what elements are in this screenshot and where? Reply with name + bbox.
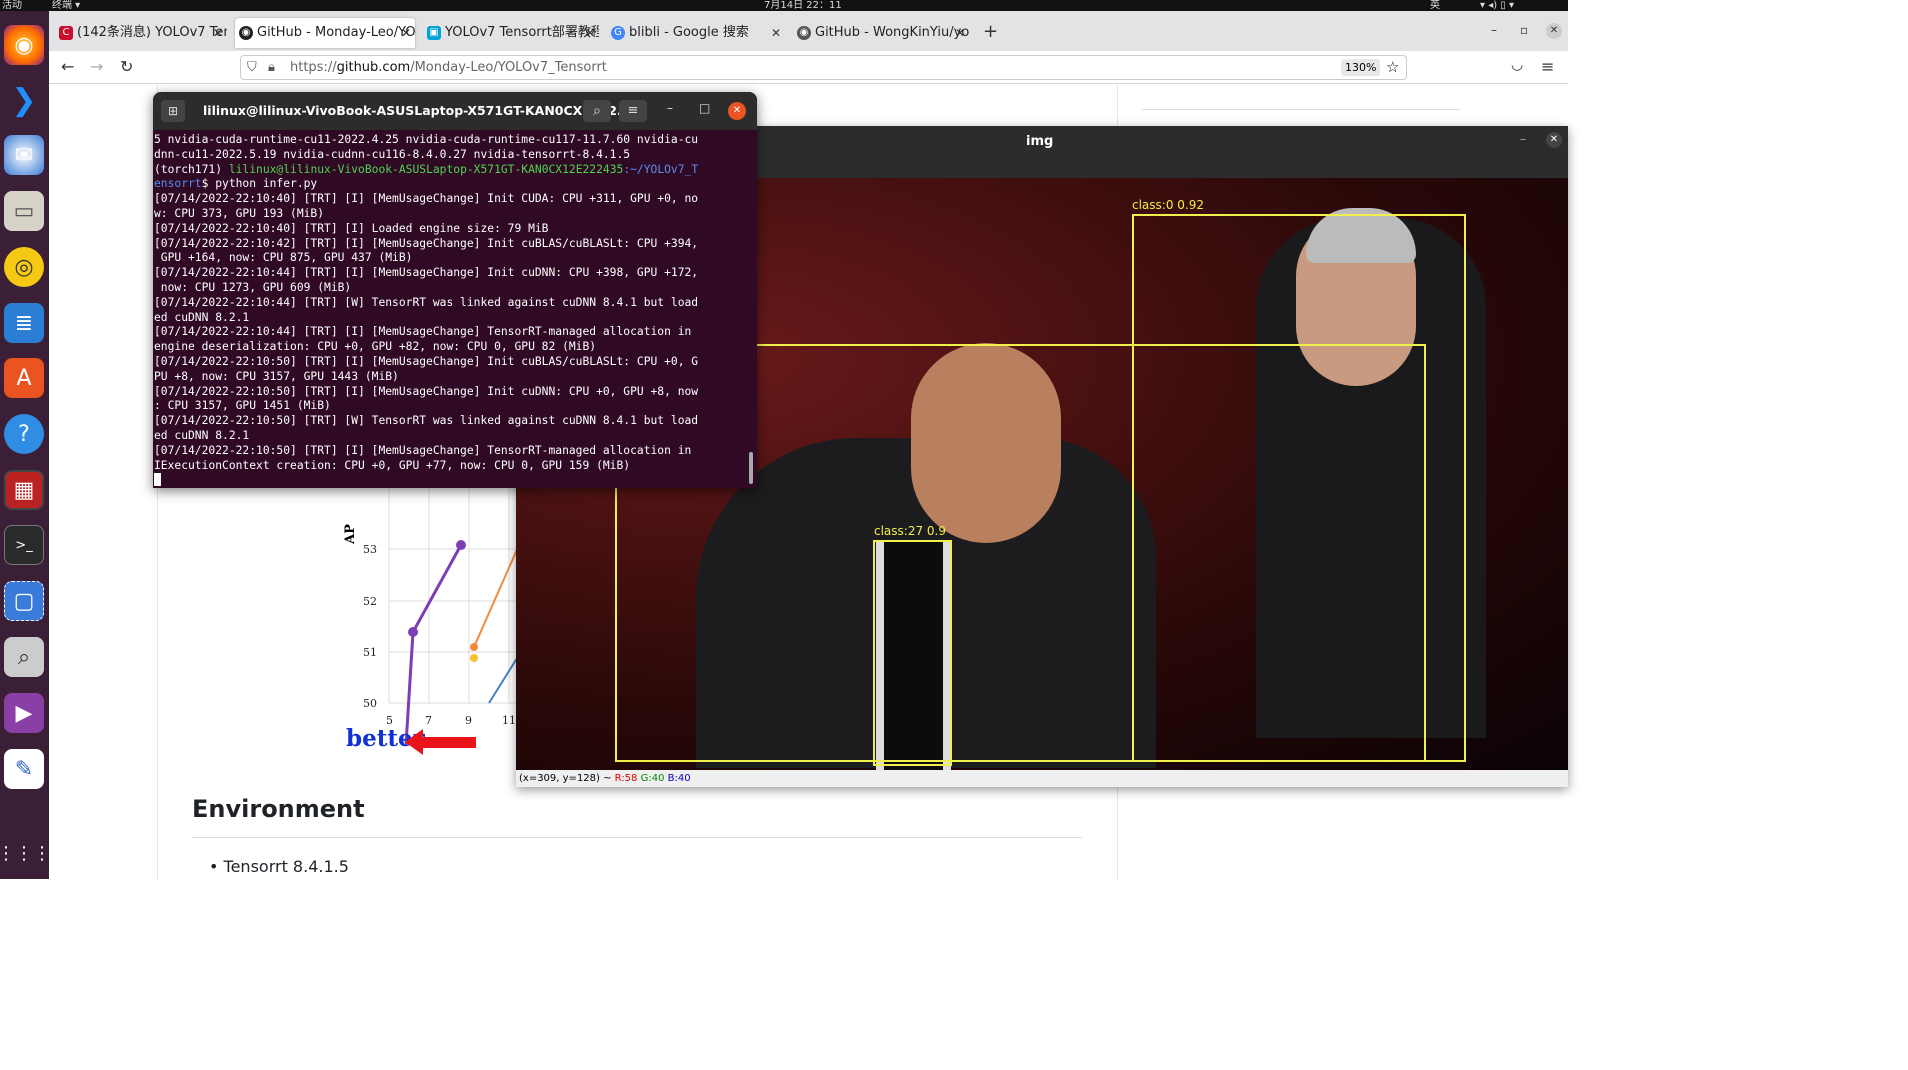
y-tick: 50 <box>363 697 377 710</box>
list-item: • Tensorrt 8.4.1.5 <box>209 857 349 876</box>
menu-icon[interactable]: ≡ <box>1541 57 1554 76</box>
github-icon: ◉ <box>239 26 253 40</box>
system-status-icons[interactable]: ▾ ◂) ▯ ▾ <box>1480 0 1514 11</box>
close-icon[interactable]: ✕ <box>771 18 781 48</box>
terminal-title: lilinux@lilinux-VivoBook-ASUSLaptop-X571… <box>203 103 632 118</box>
arrow-head <box>405 729 423 755</box>
heading-rule <box>192 837 1082 838</box>
restore-button[interactable]: ▫ <box>1520 23 1528 37</box>
series-point <box>408 627 418 637</box>
series-point <box>470 643 478 651</box>
forward-button[interactable]: → <box>90 57 103 76</box>
image-status-bar: (x=309, y=128) ~ R:58 G:40 B:40 <box>516 770 1568 787</box>
minimize-button[interactable]: – <box>1491 23 1497 37</box>
x-tick: 7 <box>425 714 432 727</box>
close-window-button[interactable]: ✕ <box>1546 132 1562 148</box>
activities-button[interactable]: 活动 <box>2 0 22 11</box>
detection-label: class:0 0.92 <box>1132 198 1204 212</box>
address-bar[interactable]: ⛉ 🔒︎ https://github.com/Monday-Leo/YOLOv… <box>240 55 1407 80</box>
hamburger-menu-icon[interactable]: ≡ <box>619 100 647 122</box>
pocket-icon[interactable]: ◡ <box>1511 57 1523 73</box>
x-tick: 9 <box>465 714 472 727</box>
series-point <box>470 654 478 662</box>
chart-ylabel: AP <box>343 524 358 545</box>
image-window-title: img <box>1026 134 1054 149</box>
tab-google[interactable]: Gblibli - Google 搜索 ✕ <box>607 18 785 48</box>
series-line-orange <box>473 544 519 648</box>
bilibili-icon: ▣ <box>427 26 441 40</box>
terminal-output[interactable]: 5 nvidia-cuda-runtime-cu11-2022.4.25 nvi… <box>154 133 750 488</box>
rhythmbox-icon[interactable]: ◎ <box>4 247 44 287</box>
ime-indicator[interactable]: 英 <box>1430 0 1440 11</box>
close-icon[interactable]: ✕ <box>955 18 965 48</box>
text-editor-icon[interactable]: ✎ <box>4 749 44 789</box>
minimize-button[interactable]: – <box>1520 132 1526 146</box>
search-icon[interactable]: ⌕ <box>583 100 611 122</box>
maximize-button[interactable]: □ <box>699 101 710 115</box>
series-point <box>456 540 466 550</box>
google-icon: G <box>611 26 625 40</box>
back-button[interactable]: ← <box>61 57 74 76</box>
reload-button[interactable]: ↻ <box>120 57 133 76</box>
close-icon[interactable]: ✕ <box>585 18 595 48</box>
firefox-icon[interactable]: ◉ <box>4 25 44 65</box>
navigation-bar: ← → ↻ ⛉ 🔒︎ https://github.com/Monday-Leo… <box>49 51 1568 84</box>
better-arrow <box>405 729 476 755</box>
tab-github-wongkinyiu[interactable]: ◉ GitHub - WongKinYiu/yol ✕ <box>793 18 969 48</box>
url-text: https://github.com/Monday-Leo/YOLOv7_Ten… <box>290 60 607 75</box>
series-line-purple <box>404 544 463 745</box>
detection-box <box>873 540 952 766</box>
bookmark-star-icon[interactable]: ☆ <box>1386 56 1399 79</box>
vscode-icon[interactable]: ❯ <box>4 80 44 120</box>
tab-strip: C (142条消息) YOLOv7 Ten ✕ ◉ GitHub - Monday-L… <box>49 11 1568 51</box>
new-tab-button[interactable]: + <box>983 21 998 42</box>
writer-icon[interactable]: ≣ <box>4 303 44 343</box>
y-tick: 51 <box>363 646 377 659</box>
thunderbird-icon[interactable]: ✉ <box>4 135 44 175</box>
detection-label: class:27 0.9 <box>874 524 946 538</box>
lock-icon[interactable]: 🔒︎ <box>268 56 275 79</box>
close-window-button[interactable]: ✕ <box>728 102 746 120</box>
screen-icon[interactable]: ▦ <box>4 470 44 510</box>
close-icon[interactable]: ✕ <box>401 18 411 48</box>
x-tick: 11 <box>502 714 516 727</box>
app-center-icon[interactable]: A <box>4 358 44 398</box>
terminal-window: ⊞ lilinux@lilinux-VivoBook-ASUSLaptop-X5… <box>153 92 757 488</box>
shield-icon[interactable]: ⛉ <box>247 56 257 79</box>
video-icon[interactable]: ▶ <box>4 693 44 733</box>
series-line-blue <box>488 654 519 704</box>
files-icon[interactable]: ▭ <box>4 191 44 231</box>
y-tick: 53 <box>363 543 377 556</box>
dock: ◉ ❯ ✉ ▭ ◎ ≣ A ? ▦ >_ ▢ ⌕ ▶ ✎ ⋮⋮⋮ <box>0 11 51 879</box>
app-menu[interactable]: 终端 ▾ <box>52 0 80 11</box>
screenshot-icon[interactable]: ▢ <box>4 581 44 621</box>
minimize-button[interactable]: – <box>667 101 673 115</box>
new-tab-icon[interactable]: ⊞ <box>161 100 185 122</box>
terminal-icon[interactable]: >_ <box>4 525 44 565</box>
terminal-scrollbar[interactable] <box>749 452 753 484</box>
close-window-button[interactable]: ✕ <box>1546 23 1562 39</box>
y-tick: 52 <box>363 595 377 608</box>
close-icon[interactable]: ✕ <box>213 18 223 48</box>
github-icon: ◉ <box>797 26 811 40</box>
tab-csdn[interactable]: C (142条消息) YOLOv7 Ten ✕ <box>55 18 227 48</box>
zoom-level[interactable]: 130% <box>1341 59 1381 76</box>
section-heading-environment: Environment <box>192 795 365 823</box>
app-grid-icon[interactable]: ⋮⋮⋮ <box>0 833 51 873</box>
tab-bilibili[interactable]: ▣ YOLOv7 Tensorrt部署教程 ✕ <box>423 18 599 48</box>
performance-chart: AP 53 52 51 50 5 7 9 11 <box>343 485 519 745</box>
top-bar: 活动 终端 ▾ 7月14日 22：11 英 ▾ ◂) ▯ ▾ <box>0 0 1568 11</box>
terminal-titlebar[interactable]: ⊞ lilinux@lilinux-VivoBook-ASUSLaptop-X5… <box>153 92 757 130</box>
tab-github-yolov7-tensorrt[interactable]: ◉ GitHub - Monday-Leo/YO ✕ <box>235 18 415 48</box>
magnifier-icon[interactable]: ⌕ <box>4 637 44 677</box>
csdn-icon: C <box>59 26 73 40</box>
help-icon[interactable]: ? <box>4 414 44 454</box>
sidebar-divider <box>1142 109 1460 110</box>
clock[interactable]: 7月14日 22：11 <box>764 0 842 11</box>
terminal-cursor <box>154 473 161 487</box>
